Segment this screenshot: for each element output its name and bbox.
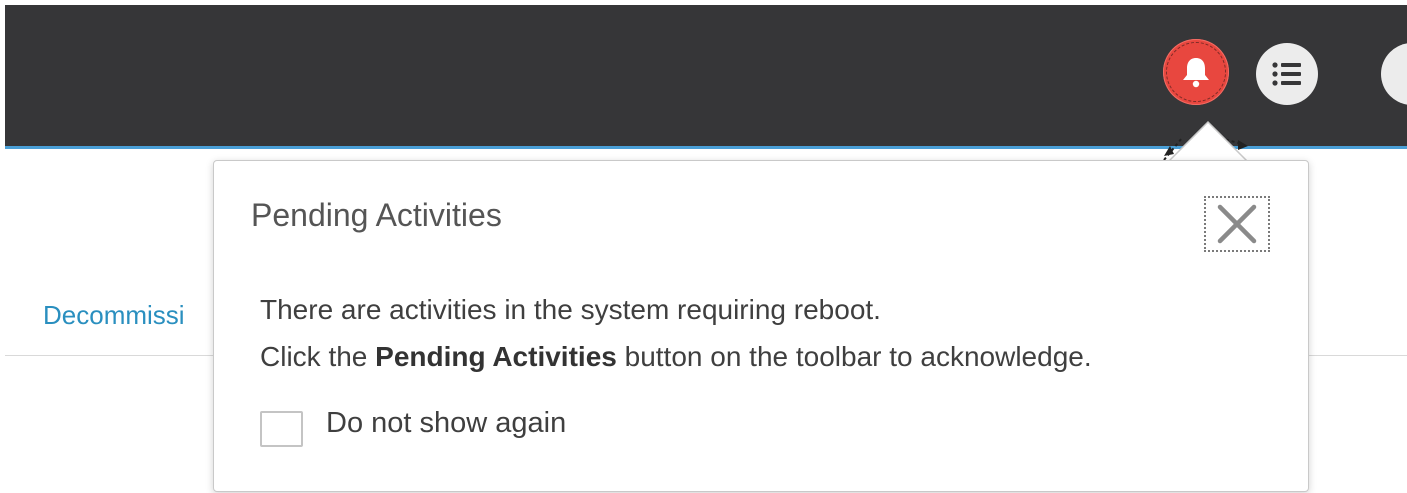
do-not-show-again-checkbox[interactable]: [260, 411, 303, 447]
pending-activities-popover: Pending Activities There are activities …: [213, 160, 1309, 492]
close-button[interactable]: [1204, 196, 1270, 252]
decommission-link[interactable]: Decommissi: [43, 300, 185, 331]
list-icon: [1272, 62, 1301, 86]
message-bold-label: Pending Activities: [375, 341, 617, 372]
list-button[interactable]: [1256, 43, 1318, 105]
message-prefix: Click the: [260, 341, 376, 372]
popover-title: Pending Activities: [251, 197, 502, 233]
app-window: Decommissi Pending Activities There are …: [0, 0, 1407, 493]
popover-message-line1: There are activities in the system requi…: [260, 294, 881, 325]
popover-message-line2: Click the Pending Activities button on t…: [260, 341, 1092, 373]
bell-icon: [1183, 58, 1209, 88]
message-suffix: button on the toolbar to acknowledge.: [616, 341, 1092, 372]
pending-activities-button[interactable]: [1163, 39, 1229, 105]
popover-pointer: [1163, 120, 1252, 165]
close-icon: [1217, 204, 1257, 244]
help-button[interactable]: [1381, 43, 1407, 105]
do-not-show-again-label[interactable]: Do not show again: [326, 407, 566, 440]
